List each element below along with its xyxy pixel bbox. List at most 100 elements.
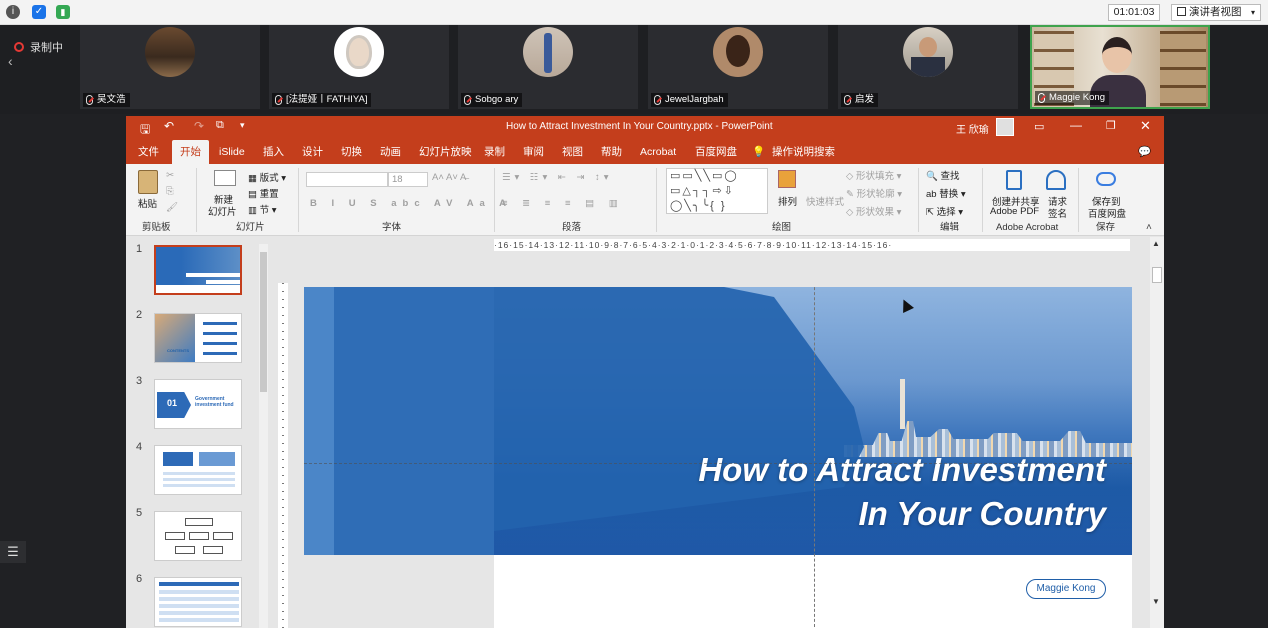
participant-tile[interactable]: 吴文浩 (80, 25, 260, 109)
section-button[interactable]: ▥ 节 ▾ (248, 202, 277, 216)
chevron-left-icon[interactable]: ‹ (8, 53, 13, 69)
font-size-box[interactable]: 18 (388, 172, 428, 187)
group-save: 保存 (1096, 222, 1116, 233)
cut-icon[interactable]: ✂ (166, 170, 174, 181)
reset-button[interactable]: ▤ 重置 (248, 186, 279, 200)
tab-animations[interactable]: 动画 (380, 140, 401, 164)
tab-design[interactable]: 设计 (302, 140, 323, 164)
tab-file[interactable]: 文件 (138, 140, 159, 164)
tab-record[interactable]: 录制 (484, 140, 505, 164)
slide-number: 3 (136, 375, 143, 387)
tab-baidu[interactable]: 百度网盘 (695, 140, 737, 164)
shield-icon[interactable]: ✓ (32, 5, 46, 19)
tell-me-search[interactable]: 操作说明搜索 (772, 140, 835, 164)
tab-home[interactable]: 开始 (172, 140, 209, 164)
quick-styles-button[interactable]: 快速样式 (806, 194, 844, 208)
screen-share-area: ☰ 🖫 ↶ ↷ ⧉ ▾ How to Attract Investment In… (0, 114, 1268, 628)
slide-title-line-1[interactable]: How to Attract Investment (698, 451, 1106, 489)
user-avatar-icon[interactable] (996, 118, 1014, 136)
signal-icon[interactable]: ▮ (56, 5, 70, 19)
paste-icon[interactable] (138, 170, 158, 194)
find-button[interactable]: 🔍 查找 (926, 168, 959, 182)
participant-tile[interactable]: [法提娅丨FATHIYA] (269, 25, 449, 109)
save-icon[interactable]: 🖫 (140, 120, 150, 141)
collapse-ribbon-icon[interactable]: ˄ (1146, 222, 1152, 233)
list-menu-icon[interactable]: ☰ (0, 541, 26, 563)
info-icon[interactable]: i (6, 5, 20, 19)
paste-button[interactable]: 粘贴 (138, 196, 157, 210)
save-to-label-2[interactable]: 百度网盘 (1088, 206, 1126, 220)
shape-fill-button[interactable]: ◇ 形状填充 ▾ (846, 168, 901, 182)
participant-tile[interactable]: 启发 (838, 25, 1018, 109)
close-icon[interactable]: ✕ (1140, 118, 1151, 134)
comments-icon[interactable]: 💬 (1138, 140, 1151, 164)
new-slide-icon[interactable] (214, 170, 236, 186)
new-slide-label-2[interactable]: 幻灯片 (208, 204, 237, 218)
slide-thumbnail-3[interactable]: 01 Government investment fund (154, 379, 242, 429)
slide-thumbnail-2[interactable]: CONTENTS (154, 313, 242, 363)
tab-view[interactable]: 视图 (562, 140, 583, 164)
request-sign-icon[interactable] (1046, 170, 1066, 190)
restore-icon[interactable]: ❐ (1106, 119, 1116, 132)
tab-acrobat[interactable]: Acrobat (640, 140, 676, 164)
tab-help[interactable]: 帮助 (601, 140, 622, 164)
tab-slideshow[interactable]: 幻灯片放映 (419, 140, 472, 164)
participant-tile[interactable]: JewelJargbah (648, 25, 828, 109)
slide-thumbnail-4[interactable] (154, 445, 242, 495)
minimize-icon[interactable]: — (1070, 118, 1082, 132)
create-share-label-2[interactable]: Adobe PDF (990, 206, 1039, 217)
slide-thumbnail-1[interactable] (154, 245, 242, 295)
copy-icon[interactable]: ⎘ (166, 186, 174, 197)
layout-button[interactable]: ▦ 版式 ▾ (248, 170, 286, 184)
participant-tile-active[interactable]: Maggie Kong (1030, 25, 1210, 109)
slide-title-line-2[interactable]: In Your Country (859, 495, 1107, 533)
format-painter-icon[interactable]: 🖌 (166, 202, 178, 213)
divider (298, 168, 299, 232)
replace-button[interactable]: ab 替换 ▾ (926, 186, 966, 200)
participant-name: 吴文浩 (83, 93, 130, 107)
arrange-button[interactable]: 排列 (778, 194, 797, 208)
select-button[interactable]: ⇱ 选择 ▾ (926, 204, 963, 218)
shapes-gallery[interactable]: ▭▭╲╲▭◯ ▭△┐┐⇨⇩ ◯╲╮╰{ } (666, 168, 768, 214)
editor-scrollbar[interactable]: ▲ ▼ (1150, 237, 1164, 628)
presenter-name-badge[interactable]: Maggie Kong (1026, 579, 1106, 599)
shape-outline-button[interactable]: ✎ 形状轮廓 ▾ (846, 186, 902, 200)
align-icons[interactable]: ≡ ≣ ≡ ≡ ▤ ▥ (502, 198, 624, 209)
recording-label: 录制中 (30, 42, 63, 54)
view-mode-dropdown[interactable]: 演讲者视图 ▾ (1171, 4, 1261, 21)
font-grow-icon[interactable]: A˄ A˅ A̶ (432, 172, 466, 183)
slide-thumbnail-5[interactable] (154, 511, 242, 561)
user-name[interactable]: 王 欣瑜 (956, 121, 989, 136)
divider (656, 168, 657, 232)
thumbnail-scrollbar[interactable] (259, 244, 268, 628)
participant-tile[interactable]: Sobgo ary (458, 25, 638, 109)
avatar (1102, 37, 1132, 73)
tab-islide[interactable]: iSlide (219, 140, 245, 164)
create-pdf-icon[interactable] (1006, 170, 1022, 190)
redo-icon[interactable]: ↷ (194, 119, 204, 133)
request-sign-label-2[interactable]: 签名 (1048, 206, 1067, 220)
present-icon[interactable]: ⧉ (216, 119, 224, 132)
scroll-up-icon[interactable]: ▲ (1152, 239, 1160, 248)
scroll-down-icon[interactable]: ▼ (1152, 597, 1160, 606)
slide-thumbnail-6[interactable] (154, 577, 242, 627)
slide-canvas[interactable]: How to Attract Investment In Your Countr… (304, 287, 1132, 628)
scrollbar-thumb[interactable] (1152, 267, 1162, 283)
font-format-icons[interactable]: B I U S abc AV Aa A (310, 198, 512, 209)
thumb-contents-text: CONTENTS (167, 348, 189, 353)
list-icons[interactable]: ☰▾ ☷▾ ⇤ ⇥ ↕▾ (502, 172, 613, 183)
tab-transitions[interactable]: 切换 (341, 140, 362, 164)
ribbon-tabs: 文件 开始 iSlide 插入 设计 切换 动画 幻灯片放映 录制 审阅 视图 … (126, 140, 1164, 164)
font-name-box[interactable] (306, 172, 388, 187)
baidu-cloud-icon[interactable] (1096, 172, 1116, 186)
tower (900, 379, 905, 429)
arrange-icon[interactable] (778, 170, 796, 188)
customize-qat-icon[interactable]: ▾ (240, 120, 245, 131)
scrollbar-thumb[interactable] (260, 252, 267, 392)
tab-review[interactable]: 审阅 (523, 140, 544, 164)
ribbon-display-icon[interactable]: ▭ (1034, 120, 1044, 133)
tab-insert[interactable]: 插入 (263, 140, 284, 164)
undo-icon[interactable]: ↶ (164, 119, 174, 133)
recording-indicator[interactable]: 录制中 (14, 39, 63, 55)
shape-effects-button[interactable]: ◇ 形状效果 ▾ (846, 204, 901, 218)
